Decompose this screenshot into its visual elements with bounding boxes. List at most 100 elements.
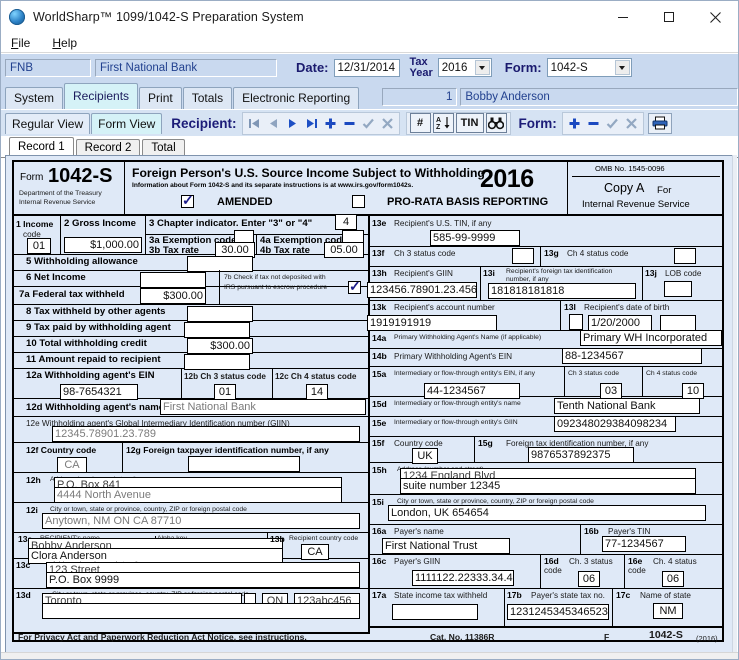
intermediary-address-line2-input[interactable]: suite number 12345 — [400, 478, 696, 494]
dob-extra-input[interactable] — [660, 315, 696, 331]
divider — [642, 366, 643, 396]
amended-checkbox[interactable] — [181, 195, 194, 208]
record-number-icon[interactable]: # — [410, 113, 431, 133]
client-name-field[interactable]: First National Bank — [95, 59, 277, 77]
tab-record-1[interactable]: Record 1 — [9, 137, 74, 157]
intermediary-ftin-input[interactable]: 9876537892375 — [528, 447, 634, 463]
tax-rate-4b-input[interactable]: 05.00 — [324, 242, 364, 258]
intermediary-ein-input[interactable]: 44-1234567 — [424, 383, 520, 399]
recipient-number-field[interactable]: 1 — [382, 88, 457, 106]
post-edit-icon[interactable] — [360, 114, 377, 133]
sort-az-icon[interactable]: AZ — [433, 113, 454, 133]
payer-ch4-status-input[interactable]: 06 — [662, 571, 684, 587]
next-record-icon[interactable] — [284, 114, 301, 133]
cancel-edit-icon[interactable] — [379, 114, 396, 133]
tab-recipients[interactable]: Recipients — [64, 83, 138, 109]
find-icon[interactable] — [486, 113, 507, 133]
box-1-number: 1 Income — [16, 219, 53, 229]
add-record-icon[interactable] — [322, 114, 339, 133]
box-13b-caption: Recipient country code — [289, 535, 358, 543]
intermediary-ch3-status-input[interactable]: 03 — [600, 383, 622, 399]
recipient-city-line2-input[interactable] — [42, 603, 360, 619]
total-withholding-credit-input[interactable]: $300.00 — [187, 338, 253, 354]
wa-ch3-status-input[interactable]: 01 — [214, 384, 236, 400]
payer-state-tax-no-input[interactable]: 12312453453465234 — [507, 604, 609, 620]
recipient-ftin-input[interactable]: 181818181818 — [488, 283, 636, 299]
primary-wa-name-input[interactable]: Primary WH Incorporated — [580, 330, 722, 346]
chapter-indicator-input[interactable]: 4 — [335, 214, 357, 230]
tab-electronic-reporting[interactable]: Electronic Reporting — [233, 87, 359, 109]
wa-ftin-input[interactable] — [188, 456, 300, 472]
prorata-checkbox[interactable] — [352, 195, 365, 208]
vertical-scrollbar[interactable] — [732, 155, 737, 653]
cancel-form-icon[interactable] — [623, 114, 640, 133]
escrow-checkbox[interactable] — [348, 281, 361, 294]
recipient-country-code-input[interactable]: CA — [301, 544, 329, 560]
chevron-down-icon[interactable] — [615, 60, 630, 75]
recipient-name-field[interactable]: Bobby Anderson — [460, 88, 738, 106]
date-field[interactable]: 12/31/2014 — [334, 59, 400, 77]
tab-totals[interactable]: Totals — [183, 87, 232, 109]
first-record-icon[interactable] — [246, 114, 263, 133]
chevron-down-icon[interactable] — [475, 60, 490, 75]
name-of-state-input[interactable]: NM — [653, 603, 683, 619]
net-income-input[interactable] — [140, 272, 206, 288]
intermediary-city-input[interactable]: London, UK 654654 — [388, 505, 706, 521]
delete-form-icon[interactable] — [585, 114, 602, 133]
client-code-field[interactable]: FNB — [5, 59, 91, 77]
recipient-tin-input[interactable]: 585-99-9999 — [430, 230, 520, 246]
form-number: 1042-S — [48, 165, 113, 188]
post-form-icon[interactable] — [604, 114, 621, 133]
recipient-giin-input[interactable]: 123456.78901.23.456 — [367, 282, 477, 298]
wa-name-input[interactable]: First National Bank — [160, 399, 366, 415]
tab-regular-view[interactable]: Regular View — [5, 113, 90, 134]
menu-file[interactable]: File — [9, 36, 40, 50]
payer-tin-input[interactable]: 77-1234567 — [602, 536, 686, 552]
payer-name-input[interactable]: First National Trust — [382, 538, 510, 554]
federal-tax-withheld-input[interactable]: $300.00 — [140, 288, 206, 304]
lob-code-input[interactable] — [664, 281, 692, 297]
payer-ch3-status-input[interactable]: 06 — [578, 571, 600, 587]
tin-lookup-icon[interactable]: TIN — [456, 113, 484, 133]
form-select[interactable]: 1042-S — [547, 58, 632, 77]
tab-print[interactable]: Print — [139, 87, 182, 109]
horizontal-scrollbar[interactable] — [1, 652, 739, 659]
wa-giin-input[interactable]: 12345.78901.23.789 — [52, 426, 360, 442]
recipient-dob-input[interactable]: 1/20/2000 — [588, 315, 652, 331]
tax-year-select[interactable]: 2016 — [438, 58, 492, 77]
intermediary-giin-input[interactable]: 092348029384098234 — [554, 416, 676, 432]
recipient-ch4-status-input[interactable] — [674, 248, 696, 264]
recipient-account-number-input[interactable]: 1919191919 — [367, 315, 497, 331]
withholding-allowance-input[interactable] — [187, 256, 253, 272]
dob-prefix-input[interactable] — [569, 314, 583, 330]
maximize-button[interactable] — [646, 1, 692, 33]
income-code-input[interactable]: 01 — [27, 238, 51, 254]
primary-wa-ein-input[interactable]: 88-1234567 — [562, 348, 702, 364]
intermediary-country-code-input[interactable]: UK — [412, 448, 438, 464]
state-income-tax-input[interactable] — [392, 604, 478, 620]
tax-paid-agent-input[interactable] — [184, 322, 250, 338]
recipient-ch3-status-input[interactable] — [512, 248, 534, 264]
close-button[interactable] — [692, 1, 738, 33]
tax-withheld-other-input[interactable] — [187, 306, 253, 322]
payer-giin-input[interactable]: 1111122.22333.34.4 — [412, 570, 514, 586]
wa-address-line2-input[interactable]: 4444 North Avenue — [54, 487, 342, 503]
menu-help[interactable]: Help — [50, 36, 87, 50]
wa-city-input[interactable]: Anytown, NM ON CA 87710 — [42, 513, 360, 529]
amount-repaid-input[interactable] — [184, 354, 250, 370]
intermediary-ch4-status-input[interactable]: 10 — [682, 383, 704, 399]
intermediary-name-input[interactable]: Tenth National Bank — [554, 398, 700, 414]
last-record-icon[interactable] — [303, 114, 320, 133]
gross-income-input[interactable]: $1,000.00 — [64, 237, 142, 253]
wa-country-code-input[interactable]: CA — [57, 457, 87, 473]
tab-system[interactable]: System — [5, 87, 63, 109]
minimize-button[interactable] — [600, 1, 646, 33]
previous-record-icon[interactable] — [265, 114, 282, 133]
delete-record-icon[interactable] — [341, 114, 358, 133]
recipient-address-line2-input[interactable]: P.O. Box 9999 — [46, 572, 360, 588]
wa-ch4-status-input[interactable]: 14 — [306, 384, 328, 400]
tab-form-view[interactable]: Form View — [91, 113, 162, 134]
add-form-icon[interactable] — [566, 114, 583, 133]
wa-ein-input[interactable]: 98-7654321 — [60, 384, 138, 400]
print-button[interactable] — [648, 113, 672, 134]
